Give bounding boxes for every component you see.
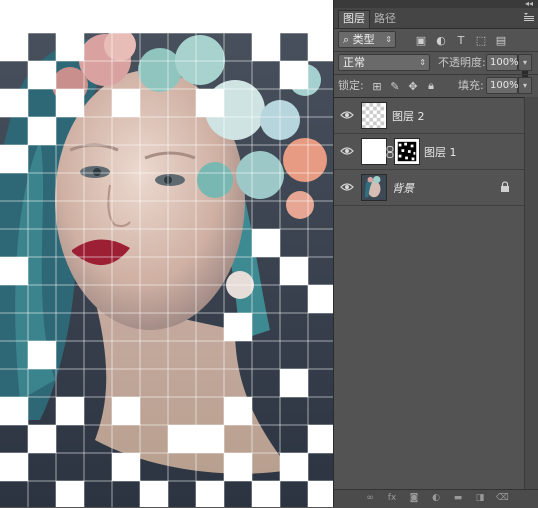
layer-mask-thumbnail[interactable] [394,138,420,165]
tab-layers[interactable]: 图层 [338,10,370,28]
panel-menu-icon[interactable] [524,13,534,22]
filter-row: ⌕ 类型 ⇕ ▣ ◐ T ⬚ ▤ [334,29,538,79]
panel-tab-bar: 图层 路径 [334,8,538,29]
new-layer-icon[interactable]: ◨ [474,492,486,504]
lock-pixels-icon[interactable]: ✎ [388,79,402,93]
filter-kind-label: 类型 [352,33,375,46]
collapse-panel-icon[interactable]: ◂◂ [525,0,533,8]
layers-scrollbar[interactable] [524,97,538,489]
document-canvas[interactable] [0,0,333,507]
lock-all-icon[interactable]: 🔒︎ [424,79,438,93]
layer-name: 背景 [392,182,414,195]
panel-top-strip: ◂◂ [334,0,538,8]
layer-row-1[interactable]: 图层 1 [334,134,524,170]
fill-field[interactable]: 100% [486,77,519,94]
link-icon[interactable]: ∞ [364,492,376,504]
fx-icon[interactable]: fx [386,492,398,504]
lock-row: 锁定: ⊞ ✎ ✥ 🔒︎ 填充: 100% ▾ [334,75,538,97]
layer-name: 图层 2 [392,110,425,123]
chevron-updown-icon: ⇕ [385,35,392,44]
search-icon: ⌕ [343,33,350,46]
chain-link-icon[interactable] [386,146,394,158]
opacity-field[interactable]: 100% [486,54,519,71]
eye-icon[interactable] [340,181,354,193]
blend-row: 正常 ⇕ 不透明度: 100% ▾ [334,52,538,74]
trash-icon[interactable]: ⌫ [496,492,509,504]
filter-kind-dropdown[interactable]: ⌕ 类型 ⇕ [338,31,396,48]
adjustment-icon[interactable]: ◐ [430,492,442,504]
blend-mode-label: 正常 [343,56,365,69]
smart-object-filter-icon[interactable]: ▤ [494,33,508,47]
lock-transparent-icon[interactable]: ⊞ [370,79,384,93]
chevron-updown-icon: ⇕ [419,58,426,67]
image-filter-icon[interactable]: ▣ [414,33,428,47]
opacity-label: 不透明度: [438,56,486,69]
layer-thumbnail [361,138,387,165]
layers-panel: ◂◂ 图层 路径 ⌕ 类型 ⇕ ▣ ◐ T ⬚ ▤ 正常 ⇕ 不透明度: 100… [333,0,538,508]
opacity-dropdown-button[interactable]: ▾ [518,54,532,71]
shape-filter-icon[interactable]: ⬚ [474,33,488,47]
folder-icon[interactable]: ▬ [452,492,464,504]
layer-thumbnail [361,174,387,201]
lock-label: 锁定: [338,79,364,92]
lock-position-icon[interactable]: ✥ [406,79,420,93]
adjustment-filter-icon[interactable]: ◐ [434,33,448,47]
type-filter-icon[interactable]: T [454,33,468,47]
panel-bottom-toolbar: ∞ fx ◙ ◐ ▬ ◨ ⌫ [334,489,538,508]
grid-overlay [0,0,333,507]
eye-icon[interactable] [340,145,354,157]
layer-name: 图层 1 [424,146,457,159]
layer-row-2[interactable]: 图层 2 [334,98,524,134]
fill-dropdown-button[interactable]: ▾ [518,77,532,94]
eye-icon[interactable] [340,109,354,121]
blend-mode-dropdown[interactable]: 正常 ⇕ [338,54,430,71]
tab-paths[interactable]: 路径 [370,11,400,28]
lock-icon [501,181,509,192]
layer-row-background[interactable]: 背景 [334,170,524,206]
fill-label: 填充: [458,79,484,92]
mask-icon[interactable]: ◙ [408,492,420,504]
layer-thumbnail [361,102,387,129]
